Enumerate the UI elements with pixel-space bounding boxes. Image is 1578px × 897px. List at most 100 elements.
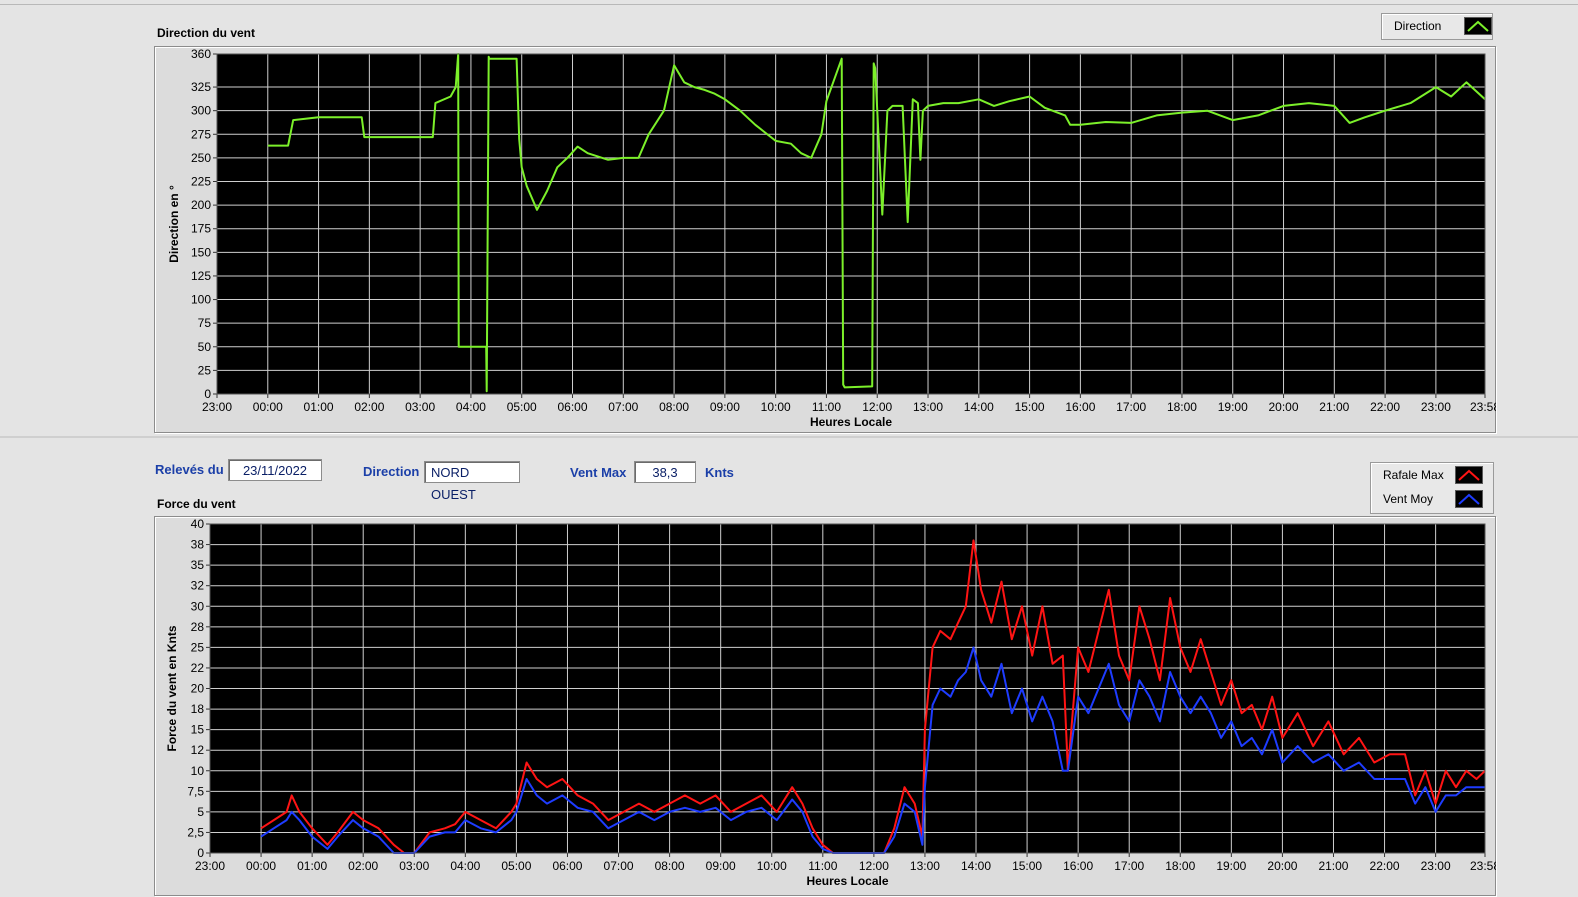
force-x-tick-label: 05:00 [501,859,531,873]
force-x-tick-label: 11:00 [808,859,837,873]
force-y-tick-label: 25 [191,640,205,654]
force-y-tick-label: 2,5 [187,825,204,839]
direction-x-tick-label: 02:00 [354,400,384,414]
legend-item-ventmoy: Vent Moy [1371,487,1493,511]
releves-date-field[interactable]: 23/11/2022 [228,459,322,481]
direction-x-tick-label: 00:00 [253,400,283,414]
direction-y-tick-label: 360 [191,47,211,61]
force-y-axis-label: Force du vent en Knts [165,625,179,751]
direction-y-tick-label: 100 [191,293,211,307]
force-y-tick-label: 15 [191,723,205,737]
direction-x-tick-label: 17:00 [1116,400,1146,414]
force-x-tick-label: 02:00 [348,859,378,873]
legend-line-rafale-icon [1458,469,1480,481]
direction-chart: 23:00 00:00 01:00 02:00 03:00 04:00 05:00 06:00… [167,47,1496,429]
force-x-tick-label: 06:00 [552,859,582,873]
legend-item-direction: Direction [1382,14,1492,38]
direction-y-tick-label: 125 [191,269,211,283]
force-x-tick-label: 09:00 [706,859,736,873]
force-x-tick-label: 23:00 [195,859,225,873]
direction-x-tick-label: 11:00 [812,400,841,414]
force-x-tick-label: 03:00 [399,859,429,873]
direction-x-tick-label: 01:00 [304,400,334,414]
force-y-tick-label: 18 [191,702,205,716]
force-x-tick-label: 23:58 [1470,859,1496,873]
direction-x-tick-label: 14:00 [964,400,994,414]
direction-x-tick-label: 21:00 [1319,400,1349,414]
force-x-tick-label: 14:00 [961,859,991,873]
direction-y-tick-label: 25 [198,363,212,377]
direction-x-tick-label: 23:00 [202,400,232,414]
direction-x-tick-label: 08:00 [659,400,689,414]
direction-value-field[interactable]: NORD OUEST [424,461,520,502]
force-x-tick-label: 20:00 [1267,859,1297,873]
legend-line-direction-icon [1467,20,1489,32]
force-x-axis-label: Heures Locale [806,874,888,888]
force-x-tick-label: 19:00 [1216,859,1246,873]
force-y-tick-label: 30 [191,599,205,613]
direction-x-tick-label: 12:00 [862,400,892,414]
legend-swatch-direction [1464,17,1492,35]
direction-y-tick-label: 250 [191,151,211,165]
direction-x-tick-label: 04:00 [456,400,486,414]
legend-label-direction: Direction [1394,19,1442,33]
direction-label: Direction [363,464,420,479]
legend-line-ventmoy-icon [1458,493,1480,505]
force-y-tick-label: 7,5 [187,784,204,798]
direction-y-tick-label: 225 [191,175,211,189]
direction-x-tick-label: 19:00 [1218,400,1248,414]
force-legend: Rafale Max Vent Moy [1370,462,1494,514]
direction-x-tick-label: 15:00 [1015,400,1045,414]
direction-x-tick-label: 06:00 [557,400,587,414]
direction-y-tick-label: 50 [198,340,212,354]
ventmax-label: Vent Max [570,465,627,480]
force-y-tick-label: 32 [191,579,205,593]
direction-panel-title: Direction du vent [157,26,256,40]
direction-x-tick-label: 23:58 [1470,400,1496,414]
force-y-tick-label: 22 [191,661,205,675]
force-x-tick-label: 23:00 [1421,859,1451,873]
legend-swatch-ventmoy [1455,490,1483,508]
panel-divider [0,436,1578,438]
direction-y-axis-label: Direction en ° [167,185,181,263]
direction-x-tick-label: 13:00 [913,400,943,414]
force-x-tick-label: 22:00 [1370,859,1400,873]
force-y-tick-label: 10 [191,764,205,778]
direction-x-tick-label: 07:00 [608,400,638,414]
force-y-tick-label: 40 [191,517,205,531]
direction-x-tick-label: 03:00 [405,400,435,414]
direction-y-tick-label: 150 [191,245,211,259]
force-x-tick-label: 07:00 [604,859,634,873]
force-y-tick-label: 28 [191,620,205,634]
force-x-tick-label: 21:00 [1318,859,1348,873]
force-y-tick-label: 0 [197,846,204,860]
force-x-tick-label: 01:00 [297,859,327,873]
direction-y-tick-label: 300 [191,104,211,118]
releves-label: Relevés du [155,462,224,477]
force-y-tick-label: 38 [191,538,205,552]
force-chart: 23:00 00:00 01:00 02:00 03:00 04:00 05:00 06:00… [165,517,1496,888]
force-x-tick-label: 12:00 [859,859,889,873]
direction-y-tick-label: 75 [198,316,212,330]
direction-x-tick-label: 18:00 [1167,400,1197,414]
direction-x-tick-label: 09:00 [710,400,740,414]
direction-y-tick-label: 275 [191,127,211,141]
force-x-tick-label: 13:00 [910,859,940,873]
ventmax-value-field[interactable]: 38,3 [634,461,696,483]
legend-label-rafale: Rafale Max [1383,468,1444,482]
force-panel-title: Force du vent [157,497,236,511]
force-x-tick-label: 08:00 [655,859,685,873]
direction-x-tick-label: 05:00 [507,400,537,414]
force-x-tick-label: 10:00 [757,859,787,873]
direction-y-tick-label: 175 [191,222,211,236]
force-x-tick-label: 00:00 [246,859,276,873]
force-x-tick-label: 04:00 [450,859,480,873]
force-y-tick-label: 20 [191,682,205,696]
force-x-tick-label: 17:00 [1114,859,1144,873]
force-y-tick-label: 5 [197,805,204,819]
legend-swatch-rafale [1455,466,1483,484]
top-edge-line [0,4,1578,5]
ventmax-unit: Knts [705,465,734,480]
direction-x-tick-label: 22:00 [1370,400,1400,414]
legend-label-ventmoy: Vent Moy [1383,492,1434,506]
